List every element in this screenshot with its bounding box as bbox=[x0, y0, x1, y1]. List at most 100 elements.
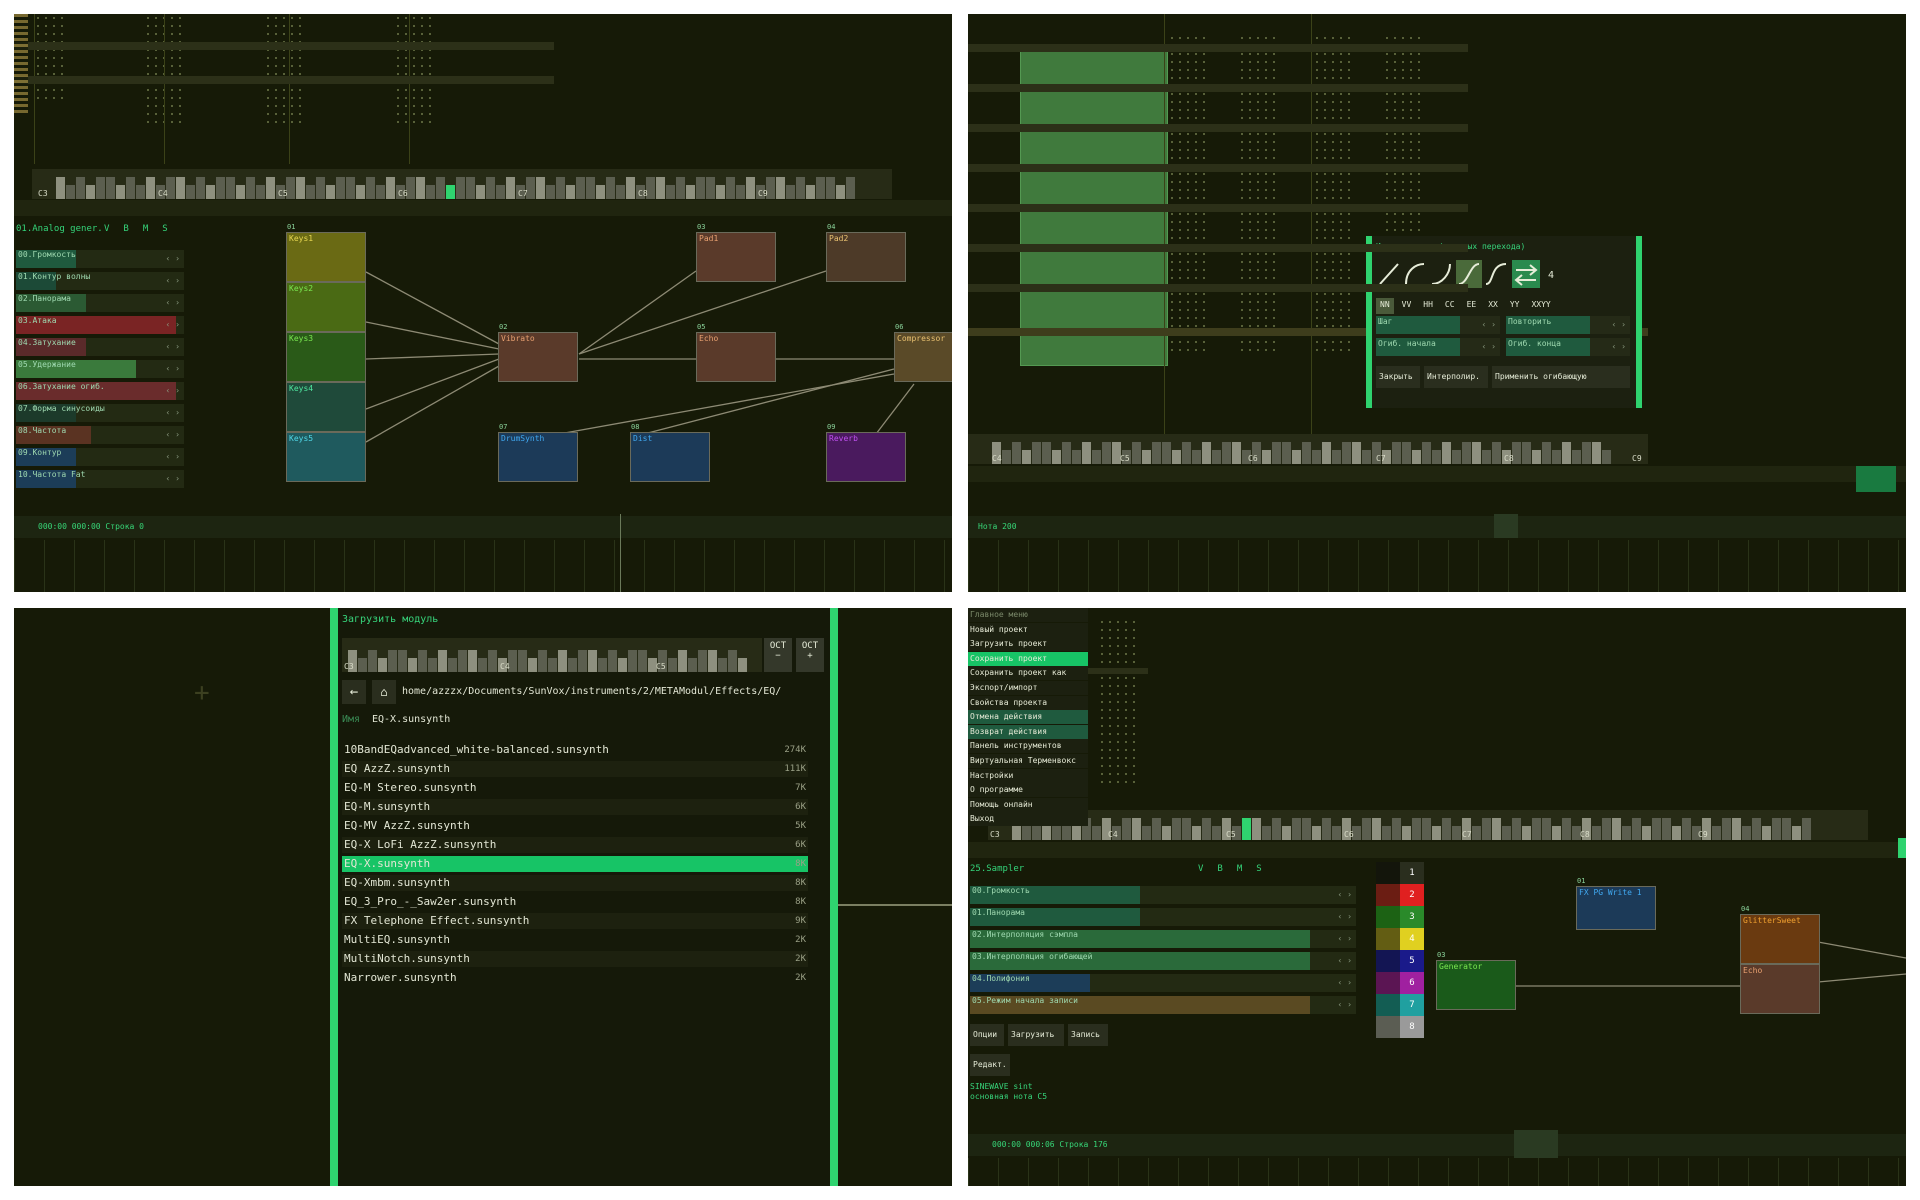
interp-field[interactable]: Огиб. конца ‹ › bbox=[1506, 338, 1630, 356]
piano-key[interactable] bbox=[368, 650, 377, 672]
param-row[interactable]: 04.Полифония ‹ › bbox=[970, 974, 1356, 992]
piano-key[interactable] bbox=[518, 650, 527, 672]
menu-item[interactable]: Отмена действия bbox=[968, 710, 1088, 725]
piano-key[interactable] bbox=[1492, 442, 1501, 464]
piano-key[interactable] bbox=[1202, 442, 1211, 464]
piano-key[interactable] bbox=[1172, 450, 1181, 464]
instrument-button[interactable]: Редакт. bbox=[970, 1054, 1010, 1076]
tab-xx[interactable]: XX bbox=[1484, 298, 1502, 314]
piano-key[interactable] bbox=[1302, 442, 1311, 464]
param-row[interactable]: 00.Громкость ‹ › bbox=[970, 886, 1356, 904]
piano-keyboard[interactable]: C3 C4 C5 bbox=[342, 638, 762, 672]
module-box[interactable]: 07 DrumSynth bbox=[498, 423, 578, 482]
arrow-icon[interactable]: ‹ › bbox=[1338, 912, 1352, 921]
module-box[interactable]: 04 Pad2 bbox=[826, 223, 906, 282]
playhead[interactable] bbox=[1514, 1130, 1558, 1158]
piano-key[interactable] bbox=[538, 650, 547, 672]
piano-key[interactable] bbox=[1182, 442, 1191, 464]
arrow-icon[interactable]: ‹ › bbox=[166, 342, 180, 351]
piano-key[interactable] bbox=[558, 650, 567, 672]
piano-key[interactable] bbox=[1132, 442, 1141, 464]
file-row[interactable]: MultiNotch.sunsynth 2K bbox=[342, 951, 808, 967]
module-box[interactable]: 08 Dist bbox=[630, 423, 710, 482]
timeline-grid[interactable] bbox=[14, 540, 952, 592]
piano-key[interactable] bbox=[1152, 442, 1161, 464]
piano-key[interactable] bbox=[588, 650, 597, 672]
oct-down-button[interactable]: OCT − bbox=[764, 638, 792, 672]
tab-hh[interactable]: HH bbox=[1419, 298, 1437, 314]
file-row[interactable]: EQ-MV AzzZ.sunsynth 5K bbox=[342, 818, 808, 834]
param-row[interactable]: 03.Интерполяция огибающей ‹ › bbox=[970, 952, 1356, 970]
piano-key[interactable] bbox=[1282, 442, 1291, 464]
color-swatch-number[interactable]: 7 bbox=[1400, 994, 1424, 1016]
piano-key[interactable] bbox=[548, 658, 557, 672]
color-swatch-number[interactable]: 2 bbox=[1400, 884, 1424, 906]
arrow-icon[interactable]: ‹ › bbox=[1482, 342, 1496, 351]
piano-key[interactable] bbox=[698, 650, 707, 672]
piano-key[interactable] bbox=[1412, 450, 1421, 464]
interp-field[interactable]: Шаг ‹ › bbox=[1376, 316, 1500, 334]
module-box[interactable]: 01 Keys1 bbox=[286, 223, 366, 282]
piano-key[interactable] bbox=[708, 650, 717, 672]
arrow-icon[interactable]: ‹ › bbox=[166, 430, 180, 439]
menu-item[interactable]: Настройки bbox=[968, 768, 1088, 783]
arrow-icon[interactable]: ‹ › bbox=[1338, 978, 1352, 987]
piano-key[interactable] bbox=[1602, 450, 1611, 464]
piano-key[interactable] bbox=[638, 650, 647, 672]
file-row[interactable]: EQ-Xmbm.sunsynth 8K bbox=[342, 875, 808, 891]
module-box[interactable]: 03 Pad1 bbox=[696, 223, 776, 282]
piano-key[interactable] bbox=[1402, 442, 1411, 464]
pattern-row[interactable] bbox=[968, 284, 1468, 292]
arrow-icon[interactable]: ‹ › bbox=[166, 474, 180, 483]
color-swatch-number[interactable]: 4 bbox=[1400, 928, 1424, 950]
param-row[interactable]: 03.Атака ‹ › bbox=[16, 316, 184, 334]
pattern-row[interactable] bbox=[968, 244, 1468, 252]
piano-key[interactable] bbox=[1162, 442, 1171, 464]
playhead[interactable] bbox=[1494, 514, 1518, 538]
piano-key[interactable] bbox=[1042, 442, 1051, 464]
piano-key[interactable] bbox=[678, 650, 687, 672]
menu-item[interactable]: Сохранить проект bbox=[968, 651, 1088, 666]
menu-item[interactable]: Помощь онлайн bbox=[968, 797, 1088, 812]
menu-item[interactable]: Выход bbox=[968, 812, 1088, 827]
piano-key[interactable] bbox=[618, 658, 627, 672]
color-swatch-number[interactable]: 8 bbox=[1400, 1016, 1424, 1038]
piano-key[interactable] bbox=[1552, 450, 1561, 464]
tab-yy[interactable]: YY bbox=[1506, 298, 1524, 314]
piano-key[interactable] bbox=[1312, 450, 1321, 464]
piano-key[interactable] bbox=[1562, 442, 1571, 464]
piano-key[interactable] bbox=[1022, 450, 1031, 464]
piano-key[interactable] bbox=[1582, 442, 1591, 464]
piano-key[interactable] bbox=[428, 658, 437, 672]
playhead[interactable] bbox=[620, 514, 621, 592]
home-icon[interactable]: ⌂ bbox=[372, 680, 396, 704]
piano-key[interactable] bbox=[1422, 442, 1431, 464]
module-box[interactable]: 03 Generator bbox=[1436, 951, 1516, 1010]
file-row[interactable]: EQ_3_Pro_-_Saw2er.sunsynth 8K bbox=[342, 894, 808, 910]
param-row[interactable]: 05.Удержание ‹ › bbox=[16, 360, 184, 378]
instrument-button[interactable]: Опции bbox=[970, 1024, 1004, 1046]
color-swatch-number[interactable]: 3 bbox=[1400, 906, 1424, 928]
piano-key[interactable] bbox=[388, 650, 397, 672]
param-row[interactable]: 01.Контур волны ‹ › bbox=[16, 272, 184, 290]
piano-key[interactable] bbox=[1102, 442, 1111, 464]
piano-key[interactable] bbox=[1082, 442, 1091, 464]
module-box[interactable]: 01 FX PG Write 1 bbox=[1576, 877, 1656, 930]
back-button[interactable]: ← bbox=[342, 680, 366, 704]
color-swatch-number[interactable]: 6 bbox=[1400, 972, 1424, 994]
param-row[interactable]: 04.Затухание ‹ › bbox=[16, 338, 184, 356]
piano-key[interactable] bbox=[1442, 442, 1451, 464]
color-swatch-number[interactable]: 1 bbox=[1400, 862, 1424, 884]
piano-key[interactable] bbox=[1272, 442, 1281, 464]
piano-key[interactable] bbox=[1232, 442, 1241, 464]
piano-key[interactable] bbox=[408, 658, 417, 672]
piano-key[interactable] bbox=[1572, 450, 1581, 464]
piano-key[interactable] bbox=[1322, 442, 1331, 464]
color-swatch[interactable] bbox=[1376, 994, 1400, 1016]
timeline-bar[interactable]: 000:00 000:06 Строка 176 bbox=[968, 1134, 1906, 1156]
arrow-icon[interactable]: ‹ › bbox=[166, 408, 180, 417]
file-row[interactable]: EQ-M Stereo.sunsynth 7K bbox=[342, 780, 808, 796]
tab-vv[interactable]: VV bbox=[1398, 298, 1416, 314]
interp-field[interactable]: Огиб. начала ‹ › bbox=[1376, 338, 1500, 356]
piano-key[interactable] bbox=[718, 658, 727, 672]
